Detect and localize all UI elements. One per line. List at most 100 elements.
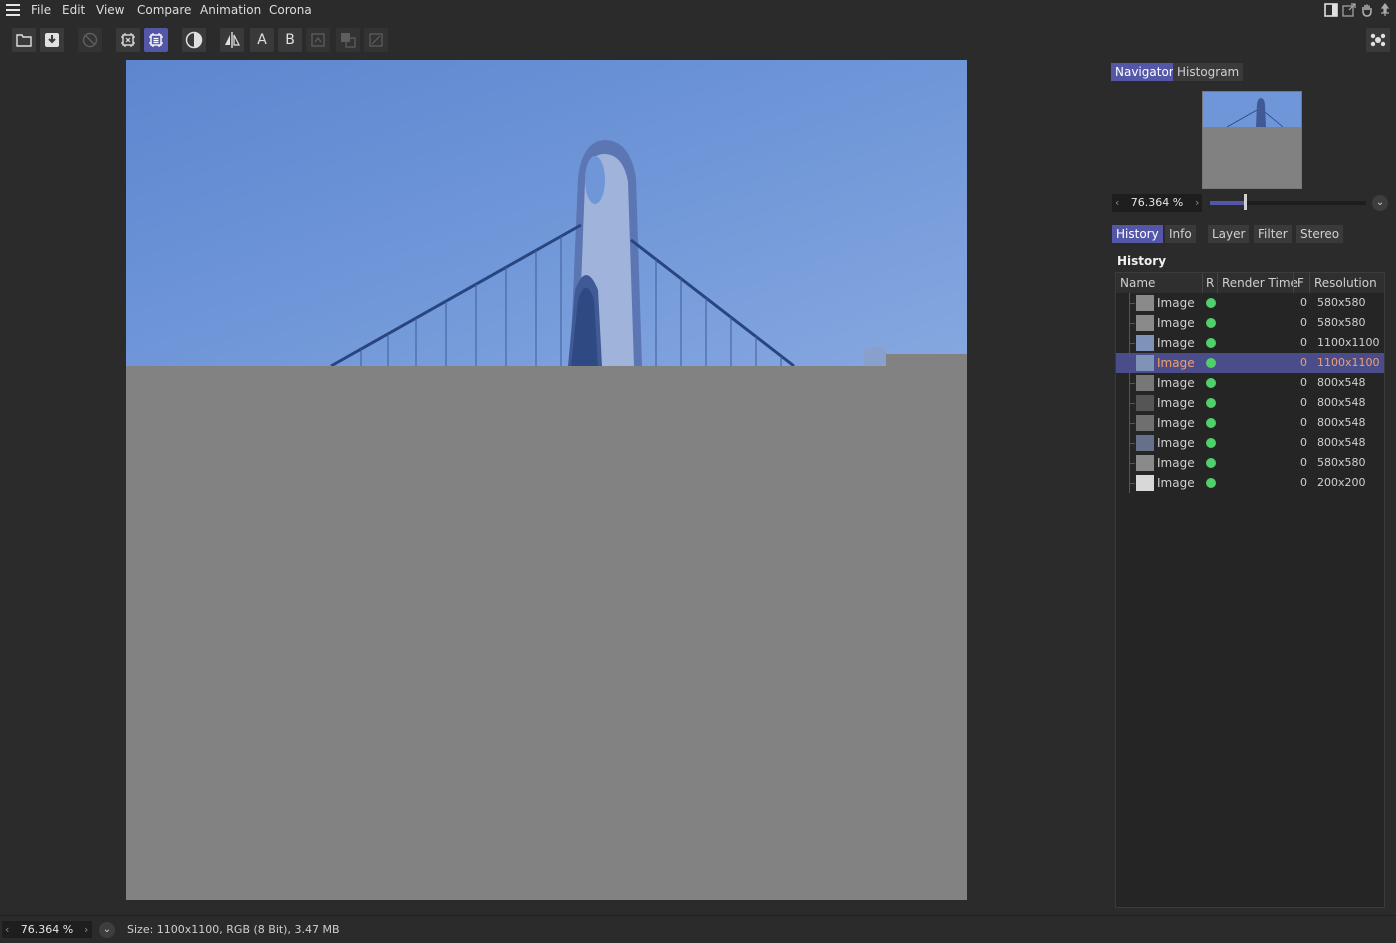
history-row-frame: 0 <box>1300 336 1307 349</box>
history-row-name: Image <box>1157 416 1195 430</box>
history-row[interactable]: Image 0 800x548 <box>1116 373 1384 393</box>
popout-icon[interactable] <box>1342 3 1356 17</box>
render-status-dot <box>1206 358 1216 368</box>
status-bar: 76.364 % ‹ › ⌄ Size: 1100x1100, RGB (8 B… <box>0 915 1396 943</box>
status-zoom-decrease-icon[interactable]: ‹ <box>5 921 9 939</box>
tree-branch <box>1129 303 1135 304</box>
column-divider[interactable] <box>1293 273 1294 293</box>
zoom-slider-handle[interactable] <box>1244 194 1248 210</box>
history-row[interactable]: Image 0 800x548 <box>1116 413 1384 433</box>
tab-stereo[interactable]: Stereo <box>1296 225 1344 243</box>
menu-corona[interactable]: Corona <box>269 3 312 17</box>
tab-layer[interactable]: Layer <box>1208 225 1250 243</box>
zoom-dropdown-chevron-icon[interactable]: ⌄ <box>1372 195 1388 211</box>
column-divider[interactable] <box>1202 273 1203 293</box>
render-status-dot <box>1206 338 1216 348</box>
history-row-resolution: 1100x1100 <box>1317 356 1380 369</box>
render-status-dot <box>1206 318 1216 328</box>
image-thumbnail <box>1136 295 1154 311</box>
history-row[interactable]: Image 0 580x580 <box>1116 453 1384 473</box>
history-row-resolution: 800x548 <box>1317 396 1366 409</box>
history-row-name: Image <box>1157 296 1195 310</box>
history-row[interactable]: Image 0 800x548 <box>1116 433 1384 453</box>
history-row[interactable]: Image 0 1100x1100 <box>1116 333 1384 353</box>
menu-bar: File Edit View Compare Animation Corona <box>0 0 1396 20</box>
open-folder-icon[interactable] <box>12 28 36 52</box>
column-render-time[interactable]: Render Time <box>1222 276 1298 290</box>
history-row-name: Image <box>1157 396 1195 410</box>
history-row-name: Image <box>1157 436 1195 450</box>
panel-layout-icon[interactable] <box>1324 3 1338 17</box>
compare-b-button[interactable]: B <box>278 28 302 52</box>
history-table: Name R Render Time F Resolution Image 0 58… <box>1115 272 1385 908</box>
layer-stack-icon[interactable] <box>336 28 360 52</box>
status-zoom-increase-icon[interactable]: › <box>84 921 88 939</box>
image-thumbnail <box>1136 415 1154 431</box>
menu-file[interactable]: File <box>31 3 51 17</box>
compare-split-icon[interactable] <box>220 28 244 52</box>
image-thumbnail <box>1136 395 1154 411</box>
history-row-name: Image <box>1157 336 1195 350</box>
tree-branch <box>1129 483 1135 484</box>
column-r[interactable]: R <box>1206 276 1214 290</box>
tree-branch <box>1129 423 1135 424</box>
menu-edit[interactable]: Edit <box>62 3 85 17</box>
tab-histogram[interactable]: Histogram <box>1173 63 1244 81</box>
image-thumbnail <box>1136 375 1154 391</box>
region-render-icon[interactable] <box>116 28 140 52</box>
zoom-decrease-icon[interactable]: ‹ <box>1115 194 1119 212</box>
history-row[interactable]: Image 0 800x548 <box>1116 393 1384 413</box>
menu-compare[interactable]: Compare <box>137 3 191 17</box>
save-download-icon[interactable] <box>40 28 64 52</box>
history-row[interactable]: Image 0 200x200 <box>1116 473 1384 493</box>
navigator-thumbnail[interactable] <box>1202 91 1302 189</box>
history-row-resolution: 580x580 <box>1317 296 1366 309</box>
column-name[interactable]: Name <box>1120 276 1155 290</box>
status-zoom-field[interactable]: 76.364 % <box>2 921 92 938</box>
status-zoom-chevron-icon[interactable]: ⌄ <box>99 922 115 938</box>
tab-history[interactable]: History <box>1112 225 1163 243</box>
zoom-field[interactable]: 76.364 % <box>1112 194 1202 212</box>
hand-icon[interactable] <box>1360 3 1374 17</box>
hamburger-menu-icon[interactable] <box>6 4 20 16</box>
image-viewport[interactable] <box>126 60 967 900</box>
tab-info[interactable]: Info <box>1165 225 1196 243</box>
contrast-icon[interactable] <box>182 28 206 52</box>
tab-filter[interactable]: Filter <box>1254 225 1292 243</box>
history-row-frame: 0 <box>1300 296 1307 309</box>
history-row[interactable]: Image 0 580x580 <box>1116 293 1384 313</box>
column-f[interactable]: F <box>1297 276 1304 290</box>
pin-icon[interactable] <box>1378 3 1392 17</box>
tree-branch <box>1129 363 1135 364</box>
history-row-resolution: 200x200 <box>1317 476 1366 489</box>
render-status-dot <box>1206 458 1216 468</box>
history-row-resolution: 800x548 <box>1317 436 1366 449</box>
chip-settings-icon[interactable] <box>144 28 168 52</box>
stop-icon[interactable] <box>78 28 102 52</box>
menu-view[interactable]: View <box>96 3 124 17</box>
tab-navigator[interactable]: Navigator <box>1111 63 1178 81</box>
column-divider[interactable] <box>1217 273 1218 293</box>
zoom-increase-icon[interactable]: › <box>1195 194 1199 212</box>
diff-icon[interactable] <box>364 28 388 52</box>
menu-animation[interactable]: Animation <box>200 3 261 17</box>
column-resolution[interactable]: Resolution <box>1314 276 1377 290</box>
history-row[interactable]: Image 0 580x580 <box>1116 313 1384 333</box>
window-icons <box>1324 3 1392 17</box>
tree-branch <box>1129 403 1135 404</box>
rendered-image <box>126 60 967 900</box>
render-status-dot <box>1206 478 1216 488</box>
history-row[interactable]: Image 0 1100x1100 <box>1116 353 1384 373</box>
render-status-dot <box>1206 418 1216 428</box>
compare-a-button[interactable]: A <box>250 28 274 52</box>
history-row-resolution: 580x580 <box>1317 456 1366 469</box>
render-settings-icon[interactable] <box>1366 28 1390 52</box>
image-thumbnail <box>1136 355 1154 371</box>
status-text: Size: 1100x1100, RGB (8 Bit), 3.47 MB <box>127 923 340 936</box>
history-row-resolution: 1100x1100 <box>1317 336 1380 349</box>
history-row-frame: 0 <box>1300 416 1307 429</box>
column-divider[interactable] <box>1309 273 1310 293</box>
overlay-icon[interactable] <box>306 28 330 52</box>
tree-branch <box>1129 443 1135 444</box>
zoom-slider[interactable] <box>1210 194 1366 210</box>
